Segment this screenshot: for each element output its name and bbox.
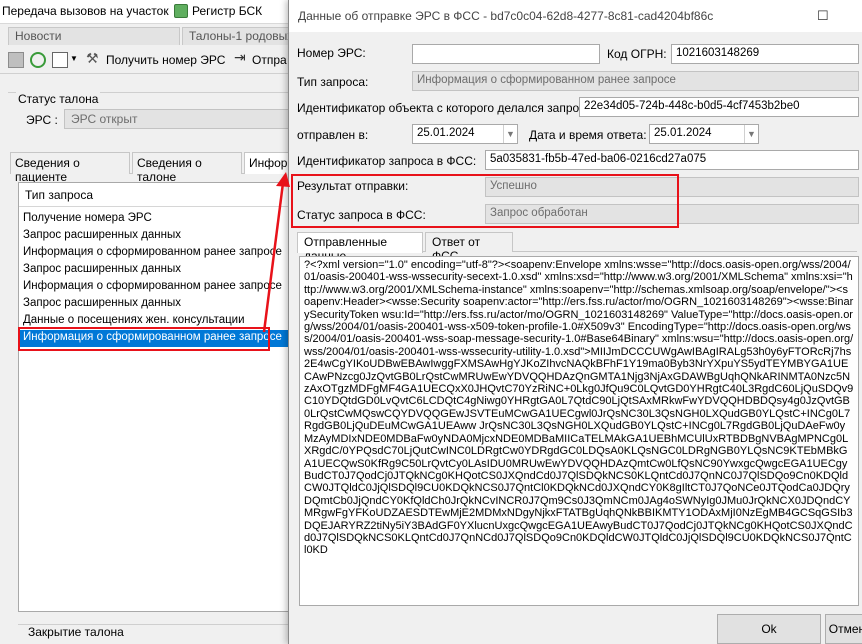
arrow-shaft xyxy=(262,182,285,333)
annotation-arrow xyxy=(262,172,290,333)
arrow-head xyxy=(276,172,290,187)
